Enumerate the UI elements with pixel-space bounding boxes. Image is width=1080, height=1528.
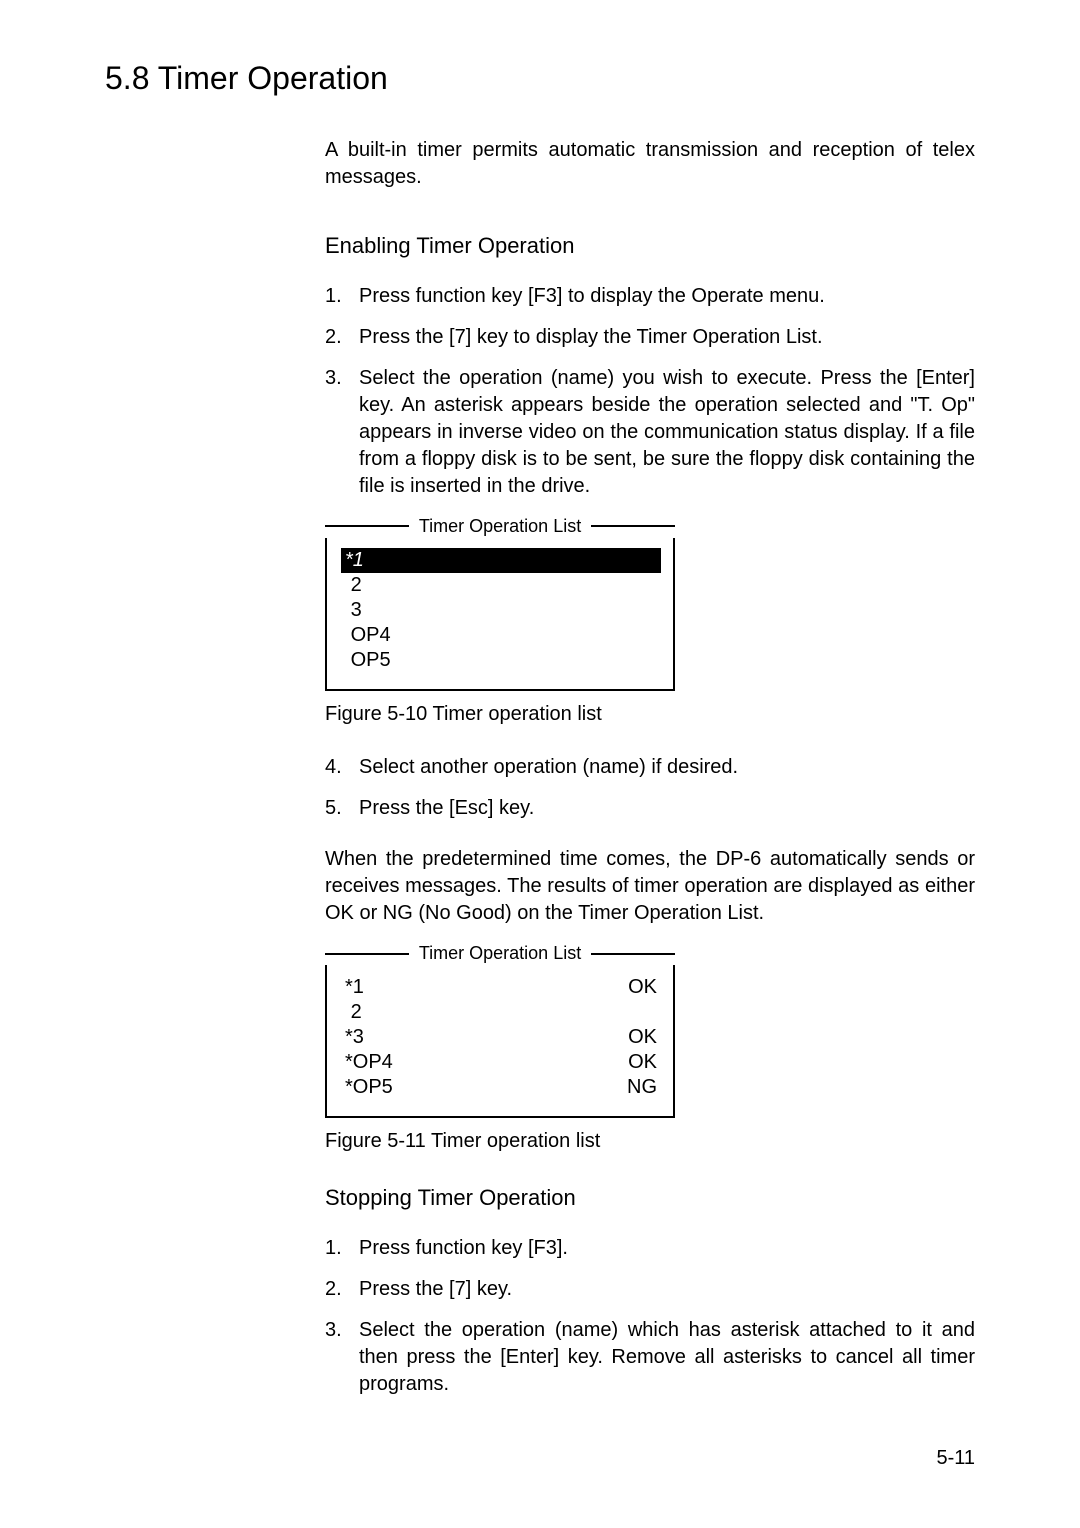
op-name: *1 [345,548,364,573]
list-item: 5. Press the [Esc] key. [325,795,975,822]
op-name: 2 [345,573,362,598]
enable-steps-cont: 4. Select another operation (name) if de… [325,754,975,822]
step-text: Press function key [F3] to display the O… [359,283,975,310]
step-number: 2. [325,324,359,351]
step-text: Press the [Esc] key. [359,795,975,822]
op-status: OK [628,1025,657,1050]
table-row: 2 [341,573,661,598]
list-item: 2. Press the [7] key. [325,1276,975,1303]
page-number: 5-11 [936,1447,975,1470]
table-row: 3 [341,598,661,623]
enable-heading: Enabling Timer Operation [325,231,975,261]
box-body: *1 2 3 OP4 OP5 [325,538,675,691]
op-name: *3 [345,1025,364,1050]
step-number: 3. [325,365,359,500]
op-name: OP5 [345,648,391,673]
list-item: 4. Select another operation (name) if de… [325,754,975,781]
box-border [591,953,675,955]
intro-paragraph: A built-in timer permits automatic trans… [325,137,975,191]
timer-operation-list-1: Timer Operation List *1 2 3 OP4 [325,514,675,691]
op-name: 2 [345,1000,362,1025]
box-title-row: Timer Operation List [325,941,675,965]
op-status: OK [628,975,657,1000]
list-item: 3. Select the operation (name) which has… [325,1317,975,1398]
figure-caption-1: Figure 5-10 Timer operation list [325,701,975,728]
enable-steps: 1. Press function key [F3] to display th… [325,283,975,500]
op-name: *1 [345,975,364,1000]
box-title: Timer Operation List [409,941,591,965]
timer-operation-list-2: Timer Operation List *1 OK 2 *3 OK *OP4 [325,941,675,1118]
box-body: *1 OK 2 *3 OK *OP4 OK *OP5 NG [325,965,675,1118]
section-heading: 5.8 Timer Operation [105,60,975,97]
list-item: 3. Select the operation (name) you wish … [325,365,975,500]
list-item: 2. Press the [7] key to display the Time… [325,324,975,351]
stop-heading: Stopping Timer Operation [325,1183,975,1213]
step-number: 5. [325,795,359,822]
stop-steps: 1. Press function key [F3]. 2. Press the… [325,1235,975,1398]
step-number: 2. [325,1276,359,1303]
step-text: Select the operation (name) you wish to … [359,365,975,500]
op-name: OP4 [345,623,391,648]
page: 5.8 Timer Operation A built-in timer per… [0,0,1080,1528]
box-border [591,525,675,527]
step-text: Select another operation (name) if desir… [359,754,975,781]
box-border [325,525,409,527]
table-row: OP4 [341,623,661,648]
table-row: *OP4 OK [341,1050,661,1075]
table-row: *3 OK [341,1025,661,1050]
figure-caption-2: Figure 5-11 Timer operation list [325,1128,975,1155]
table-row: *OP5 NG [341,1075,661,1100]
step-number: 1. [325,283,359,310]
step-text: Press the [7] key. [359,1276,975,1303]
list-item: 1. Press function key [F3] to display th… [325,283,975,310]
op-status: OK [628,1050,657,1075]
result-paragraph: When the predetermined time comes, the D… [325,846,975,927]
op-name: *OP4 [345,1050,393,1075]
step-text: Press function key [F3]. [359,1235,975,1262]
op-name: 3 [345,598,362,623]
step-number: 1. [325,1235,359,1262]
list-item: 1. Press function key [F3]. [325,1235,975,1262]
step-text: Press the [7] key to display the Timer O… [359,324,975,351]
table-row: *1 [341,548,661,573]
box-border [325,953,409,955]
step-number: 3. [325,1317,359,1398]
box-title: Timer Operation List [409,514,591,538]
step-number: 4. [325,754,359,781]
box-title-row: Timer Operation List [325,514,675,538]
table-row: OP5 [341,648,661,673]
content-block: A built-in timer permits automatic trans… [325,137,975,1398]
table-row: 2 [341,1000,661,1025]
step-text: Select the operation (name) which has as… [359,1317,975,1398]
table-row: *1 OK [341,975,661,1000]
op-status: NG [627,1075,657,1100]
op-name: *OP5 [345,1075,393,1100]
